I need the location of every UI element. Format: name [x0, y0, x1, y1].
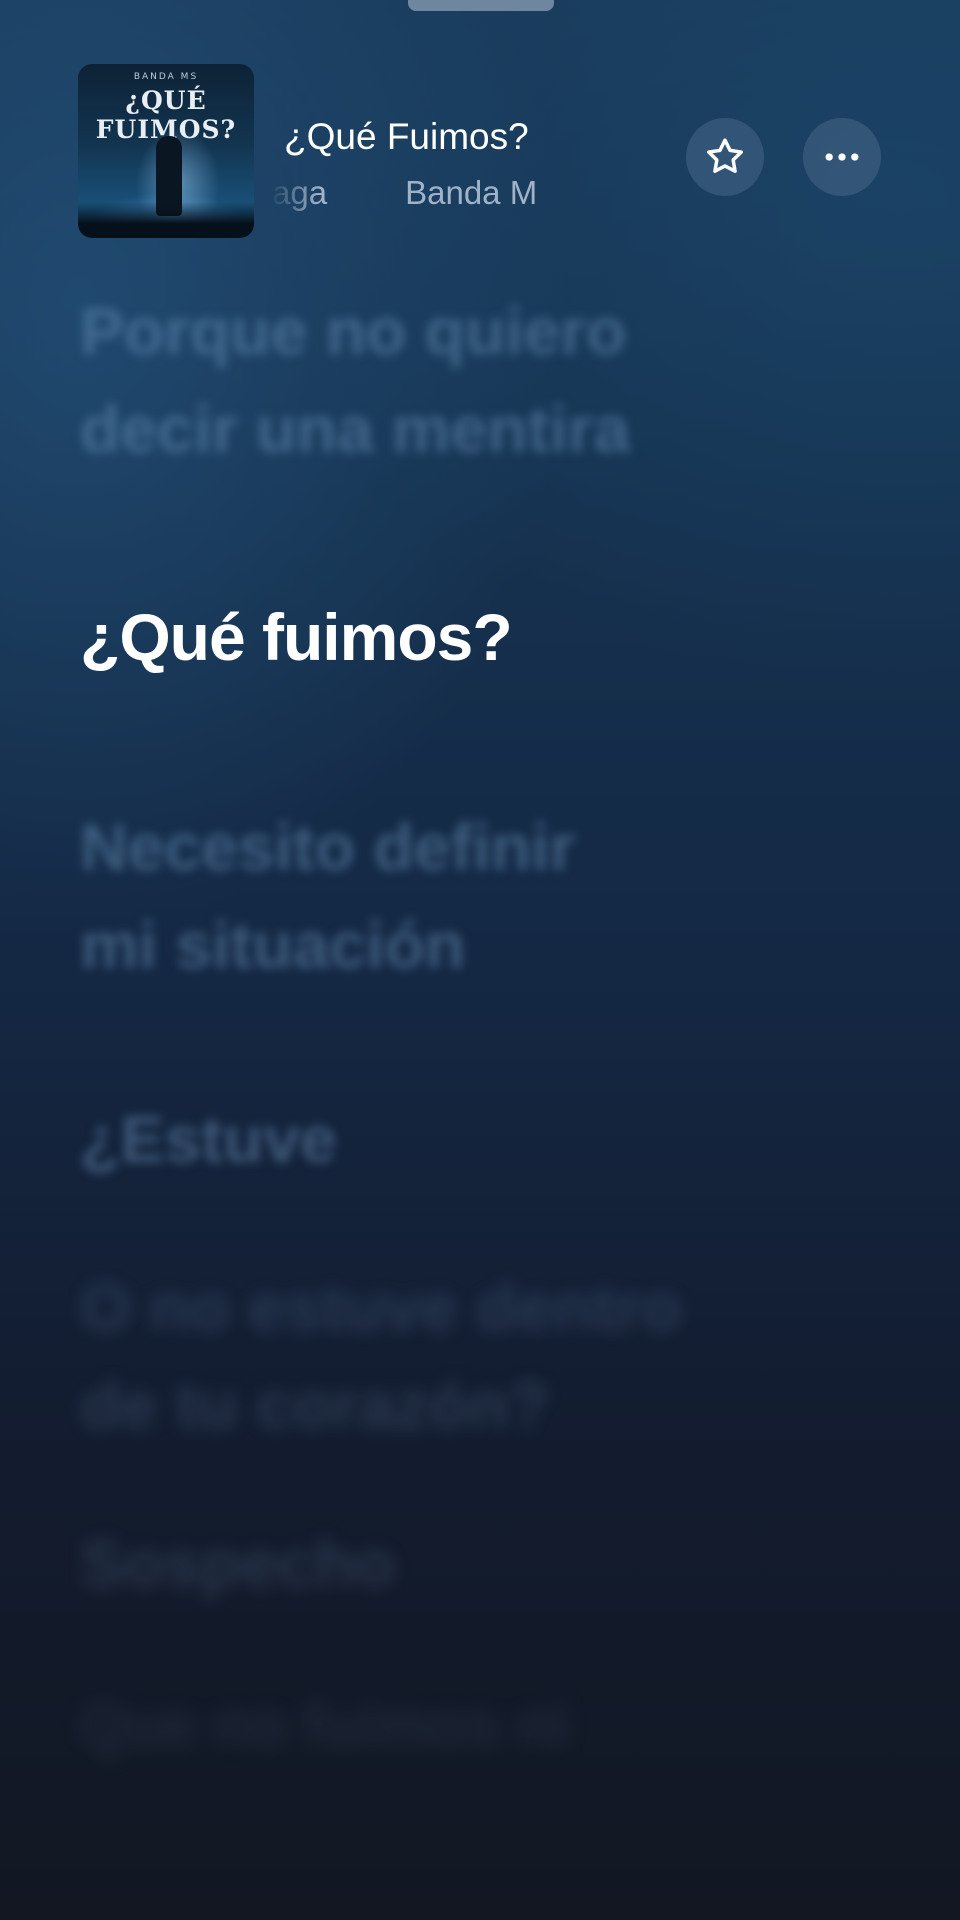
artist-name: o Lizárraga: [270, 174, 328, 211]
album-artwork[interactable]: BANDA MS ¿QUÉ FUIMOS?: [78, 64, 254, 238]
artist-marquee-track: o Lizárraga Banda M: [270, 174, 615, 212]
sheet-grabber[interactable]: [408, 0, 554, 11]
star-outline-icon: [706, 138, 744, 173]
artist-name: Banda M: [405, 174, 538, 211]
ellipsis-icon: [825, 153, 859, 161]
lyric-line[interactable]: ¿Estuve: [80, 1090, 337, 1188]
artist-marquee: o Lizárraga Banda M: [270, 174, 672, 218]
artwork-crowd: [78, 202, 254, 238]
lyric-line[interactable]: Que no fuimos ni: [80, 1676, 570, 1774]
lyric-line[interactable]: Porque no quiero: [80, 282, 626, 380]
favorite-button[interactable]: [686, 118, 764, 196]
lyric-line[interactable]: de tu corazón?: [80, 1356, 549, 1454]
lyric-line[interactable]: mi situación: [80, 896, 465, 994]
lyric-line[interactable]: decir una mentira: [80, 380, 630, 478]
lyric-line[interactable]: O no estuve dentro: [80, 1258, 681, 1356]
lyric-line[interactable]: Sospecho: [80, 1514, 395, 1612]
more-options-button[interactable]: [803, 118, 881, 196]
song-title: ¿Qué Fuimos?: [284, 116, 529, 157]
track-info[interactable]: ¿Qué Fuimos? o Lizárraga Banda M: [270, 116, 680, 226]
lyric-line[interactable]: Necesito definir: [80, 798, 575, 896]
current-lyric-line[interactable]: ¿Qué fuimos?: [80, 588, 513, 686]
now-playing-header: BANDA MS ¿QUÉ FUIMOS? ¿Qué Fuimos? o Liz…: [0, 60, 960, 240]
artwork-band-text: BANDA MS: [133, 72, 199, 82]
